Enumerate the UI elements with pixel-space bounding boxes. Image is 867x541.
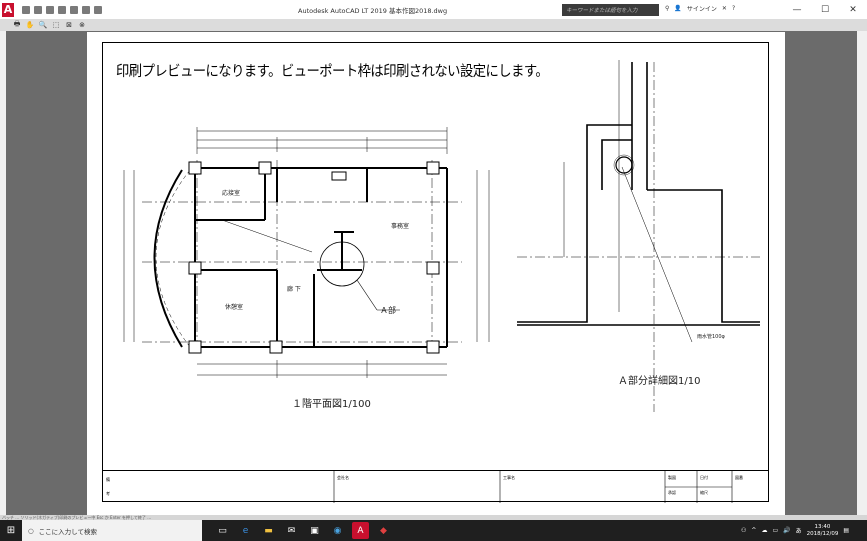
taskbar-search-placeholder: ここに入力して検索 — [38, 527, 97, 536]
close-button[interactable]: ✕ — [839, 0, 867, 19]
maximize-button[interactable]: ☐ — [811, 0, 839, 19]
clock-date: 2018/12/09 — [806, 530, 839, 537]
left-panel-strip — [0, 31, 6, 518]
room-label-hallway: 廊 下 — [287, 286, 301, 293]
project-label: 工事名 — [503, 475, 515, 480]
redo-icon[interactable] — [94, 5, 102, 14]
help-icon[interactable]: ? — [732, 5, 735, 12]
windows-taskbar: ⊞ ○ ここに入力して検索 ▭ e ▬ ✉ ▣ ◉ A ◆ ⚇ ^ ☁ ▭ 🔊 … — [0, 520, 867, 541]
zoom-window-icon[interactable]: ⬚ — [51, 21, 61, 30]
volume-icon[interactable]: 🔊 — [783, 527, 790, 534]
edge-icon[interactable]: e — [237, 522, 254, 539]
store-icon[interactable]: ▣ — [306, 522, 323, 539]
cad-drawing — [123, 60, 760, 412]
plan-caption: １階平面図1/100 — [292, 399, 371, 410]
another-app-icon[interactable]: ◆ — [375, 522, 392, 539]
minimize-button[interactable]: — — [783, 0, 811, 19]
network-icon[interactable]: ▭ — [772, 527, 778, 534]
exchange-icon[interactable]: ✕ — [722, 5, 727, 12]
undo-icon[interactable] — [82, 5, 90, 14]
search-icon: ○ — [28, 526, 34, 535]
window-controls: — ☐ ✕ — [783, 0, 867, 19]
ime-indicator[interactable]: あ — [796, 526, 802, 535]
remarks-label-bottom: 考 — [106, 491, 110, 496]
open-icon[interactable] — [34, 5, 42, 14]
zoom-icon[interactable]: 🔍 — [38, 21, 48, 30]
close-preview-icon[interactable]: ⊗ — [77, 21, 87, 30]
user-icon: 👤 — [674, 5, 682, 12]
window-title: Autodesk AutoCAD LT 2019 基本作図2018.dwg — [298, 7, 448, 15]
help-search-input[interactable]: キーワードまたは語句を入力 — [562, 4, 659, 16]
detail-caption: Ａ部分詳細図1/10 — [618, 376, 701, 387]
taskbar-apps: ▭ e ▬ ✉ ▣ ◉ A ◆ — [214, 522, 392, 539]
title-block: 備 考 会社名 工事名 製図 日付 承認 縮尺 図番 — [102, 470, 769, 503]
chrome-icon[interactable]: ◉ — [329, 522, 346, 539]
clock-time: 13:40 — [814, 523, 831, 530]
binoculars-icon[interactable]: ⚲ — [665, 5, 669, 12]
people-icon[interactable]: ⚇ — [741, 527, 746, 534]
drawn-label: 製図 — [668, 475, 676, 480]
signin-area[interactable]: ⚲ 👤 サインイン ✕ ? — [665, 4, 735, 13]
taskbar-search[interactable]: ○ ここに入力して検索 — [22, 520, 202, 541]
new-icon[interactable] — [22, 5, 30, 14]
autocad-app-button[interactable]: A — [2, 2, 14, 17]
chevron-up-icon[interactable]: ^ — [751, 527, 756, 534]
scale-label: 縮尺 — [700, 490, 708, 495]
file-explorer-icon[interactable]: ▬ — [260, 522, 277, 539]
pipe-label: 雨水管100φ — [697, 334, 725, 340]
a-part-label: Ａ部 — [380, 306, 396, 315]
title-bar: A Autodesk AutoCAD LT 2019 基本作図2018.dwg … — [0, 0, 867, 19]
print-icon[interactable]: 🖶 — [12, 20, 22, 30]
remarks-label-top: 備 — [106, 477, 110, 482]
mail-icon[interactable]: ✉ — [283, 522, 300, 539]
autocad-taskbar-icon[interactable]: A — [352, 522, 369, 539]
check-label: 承認 — [668, 490, 676, 495]
cloud-icon[interactable]: ☁ — [761, 527, 767, 534]
task-view-icon[interactable]: ▭ — [214, 522, 231, 539]
drawing-no-label: 図番 — [735, 475, 743, 480]
date-label: 日付 — [700, 475, 708, 480]
pan-icon[interactable]: ✋ — [25, 21, 35, 30]
zoom-original-icon[interactable]: ⊠ — [64, 21, 74, 30]
signin-label[interactable]: サインイン — [687, 4, 717, 13]
windows-start-icon[interactable]: ⊞ — [0, 520, 22, 541]
clock[interactable]: 13:40 2018/12/09 — [807, 524, 839, 538]
system-tray: ⚇ ^ ☁ ▭ 🔊 あ 13:40 2018/12/09 ▤ — [741, 520, 849, 541]
quick-access-toolbar — [22, 5, 102, 14]
saveas-icon[interactable] — [58, 5, 66, 14]
room-label-breakroom: 休憩室 — [225, 304, 244, 311]
plot-icon[interactable] — [70, 5, 78, 14]
right-panel-strip — [857, 31, 867, 518]
notification-icon[interactable]: ▤ — [843, 527, 849, 534]
company-label: 会社名 — [337, 475, 349, 480]
save-icon[interactable] — [46, 5, 54, 14]
room-label-office: 事務室 — [391, 223, 410, 230]
preview-toolbar: 🖶 ✋ 🔍 ⬚ ⊠ ⊗ — [0, 19, 867, 31]
room-label-reception: 応接室 — [222, 190, 241, 197]
